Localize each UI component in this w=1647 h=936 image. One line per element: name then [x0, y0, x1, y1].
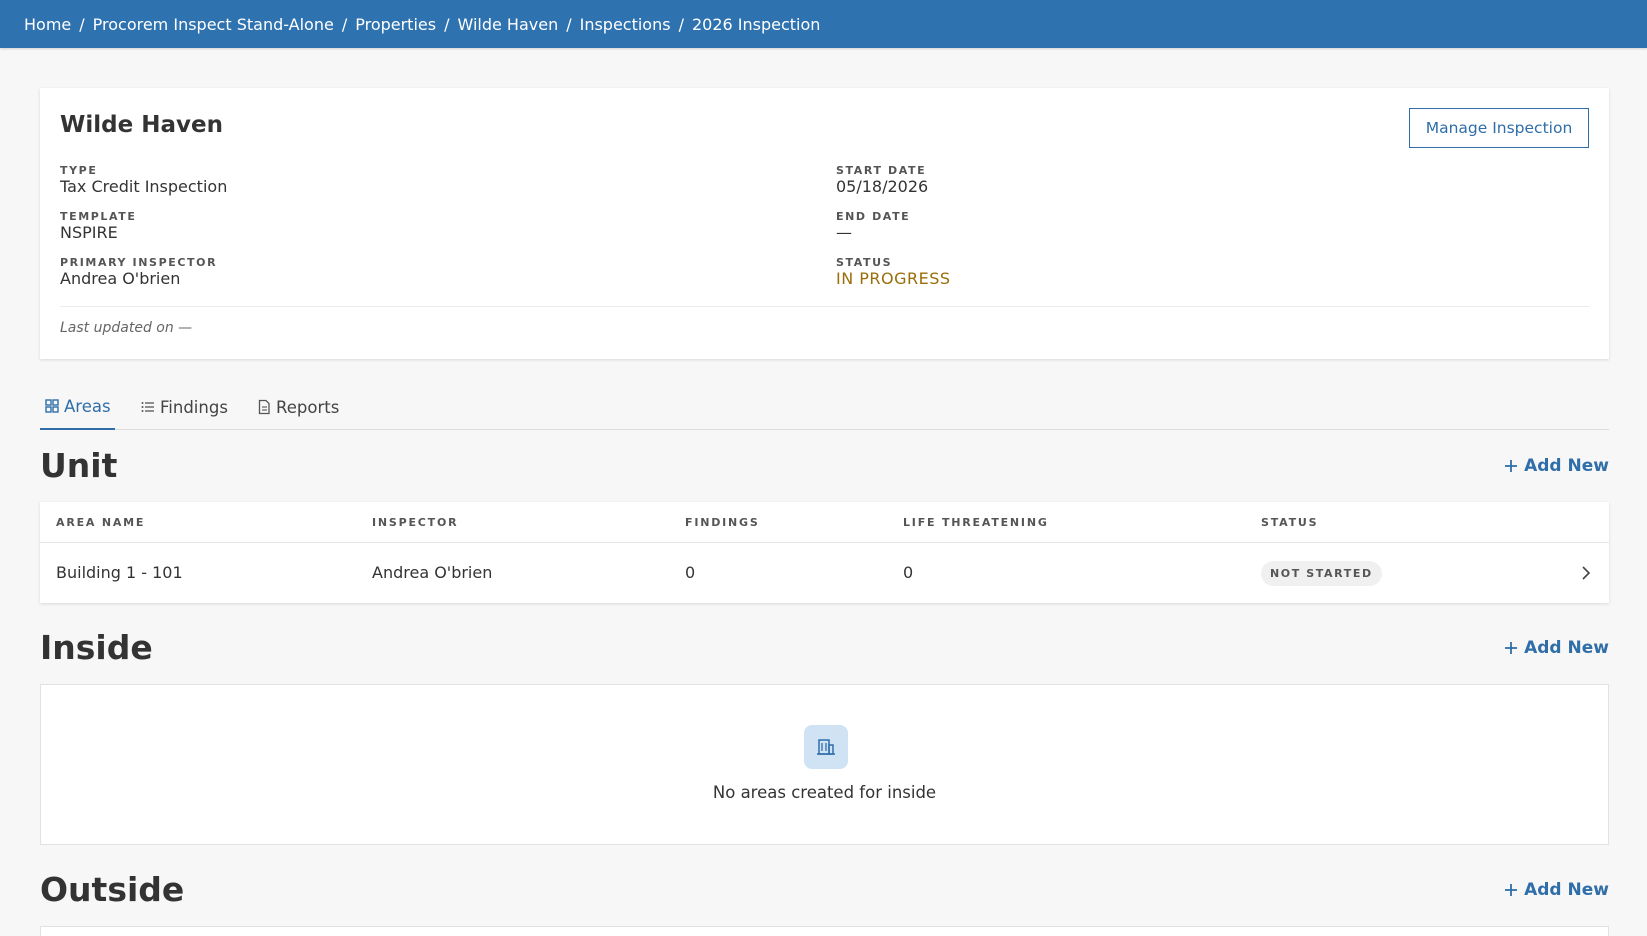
section-title-inside: Inside: [40, 628, 153, 667]
section-title-outside: Outside: [40, 870, 185, 909]
column-header-area-name: AREA NAME: [56, 516, 146, 529]
empty-state-message: No areas created for inside: [712, 783, 937, 802]
field-primary-inspector: PRIMARY INSPECTOR Andrea O'brien: [60, 256, 217, 289]
document-icon: [258, 399, 270, 415]
manage-inspection-button[interactable]: Manage Inspection: [1409, 108, 1589, 148]
cell-inspector: Andrea O'brien: [372, 563, 493, 582]
page-title: Wilde Haven: [60, 112, 223, 138]
field-start-date-value: 05/18/2026: [836, 177, 929, 196]
breadcrumb-current-inspection[interactable]: 2026 Inspection: [692, 15, 820, 34]
field-end-date-value: —: [836, 223, 852, 242]
field-type: TYPE Tax Credit Inspection: [60, 164, 227, 197]
field-start-date: START DATE 05/18/2026: [836, 164, 928, 197]
inside-empty-state: No areas created for inside: [40, 684, 1609, 845]
field-end-date: END DATE —: [836, 210, 910, 243]
building-icon: [817, 739, 835, 755]
tab-areas-label: Areas: [64, 396, 111, 416]
field-end-date-label: END DATE: [836, 210, 911, 223]
empty-state-icon-box: [804, 725, 848, 769]
cell-findings: 0: [685, 563, 696, 582]
field-template-label: TEMPLATE: [60, 210, 137, 223]
list-icon: [141, 402, 154, 412]
plus-icon: [1505, 884, 1518, 896]
breadcrumb-property[interactable]: Wilde Haven: [457, 15, 558, 34]
add-new-outside-label: Add New: [1524, 880, 1609, 900]
breadcrumb-separator: /: [341, 14, 348, 34]
card-divider: [60, 306, 1589, 307]
grid-icon: [45, 399, 59, 413]
field-template-value: NSPIRE: [60, 223, 118, 242]
field-type-label: TYPE: [60, 164, 98, 177]
breadcrumb-separator: /: [678, 14, 684, 34]
tab-bar: Areas Findings Reports: [40, 384, 1609, 430]
column-header-findings: FINDINGS: [685, 516, 760, 529]
add-new-unit-button[interactable]: Add New: [1504, 456, 1609, 476]
unit-areas-table: AREA NAME INSPECTOR FINDINGS LIFE THREAT…: [40, 502, 1609, 603]
inspection-summary-card: Wilde Haven Manage Inspection TYPE Tax C…: [40, 88, 1609, 359]
tab-findings[interactable]: Findings: [140, 384, 228, 430]
column-header-status: STATUS: [1261, 516, 1319, 529]
breadcrumb-properties[interactable]: Properties: [355, 15, 436, 34]
breadcrumb-inspections[interactable]: Inspections: [580, 15, 671, 34]
field-template: TEMPLATE NSPIRE: [60, 210, 137, 243]
plus-icon: [1505, 460, 1518, 472]
table-row[interactable]: Building 1 - 101 Andrea O'brien 0 0 NOT …: [40, 543, 1609, 603]
add-new-unit-label: Add New: [1524, 456, 1609, 476]
status-value: IN PROGRESS: [836, 269, 951, 288]
status-badge: NOT STARTED: [1261, 561, 1382, 586]
breadcrumb-home[interactable]: Home: [24, 15, 71, 34]
section-title-unit: Unit: [40, 446, 118, 485]
field-status-label: STATUS: [836, 256, 893, 269]
column-header-inspector: INSPECTOR: [372, 516, 459, 529]
breadcrumb-separator: /: [444, 14, 450, 34]
breadcrumb: Home / Procorem Inspect Stand-Alone / Pr…: [0, 0, 1647, 48]
tab-reports-label: Reports: [276, 397, 340, 417]
add-new-inside-label: Add New: [1524, 638, 1609, 658]
field-start-date-label: START DATE: [836, 164, 927, 177]
column-header-life-threatening: LIFE THREATENING: [903, 516, 1049, 529]
table-header: AREA NAME INSPECTOR FINDINGS LIFE THREAT…: [40, 502, 1609, 543]
field-type-value: Tax Credit Inspection: [60, 177, 228, 196]
chevron-right-icon[interactable]: [1581, 565, 1591, 581]
tab-reports[interactable]: Reports: [256, 384, 339, 430]
field-primary-inspector-value: Andrea O'brien: [60, 269, 181, 288]
breadcrumb-separator: /: [79, 14, 85, 34]
field-primary-inspector-label: PRIMARY INSPECTOR: [60, 256, 218, 269]
breadcrumb-organization[interactable]: Procorem Inspect Stand-Alone: [93, 15, 334, 34]
tab-findings-label: Findings: [160, 397, 228, 417]
last-updated-text: Last updated on —: [60, 320, 193, 336]
breadcrumb-separator: /: [566, 14, 572, 34]
field-status: STATUS IN PROGRESS: [836, 256, 951, 289]
add-new-inside-button[interactable]: Add New: [1504, 638, 1609, 658]
cell-life-threatening: 0: [903, 563, 914, 582]
cell-area-name: Building 1 - 101: [56, 563, 183, 582]
tab-areas[interactable]: Areas: [40, 384, 115, 430]
outside-areas-card: [40, 926, 1609, 936]
add-new-outside-button[interactable]: Add New: [1504, 880, 1609, 900]
plus-icon: [1505, 642, 1518, 654]
